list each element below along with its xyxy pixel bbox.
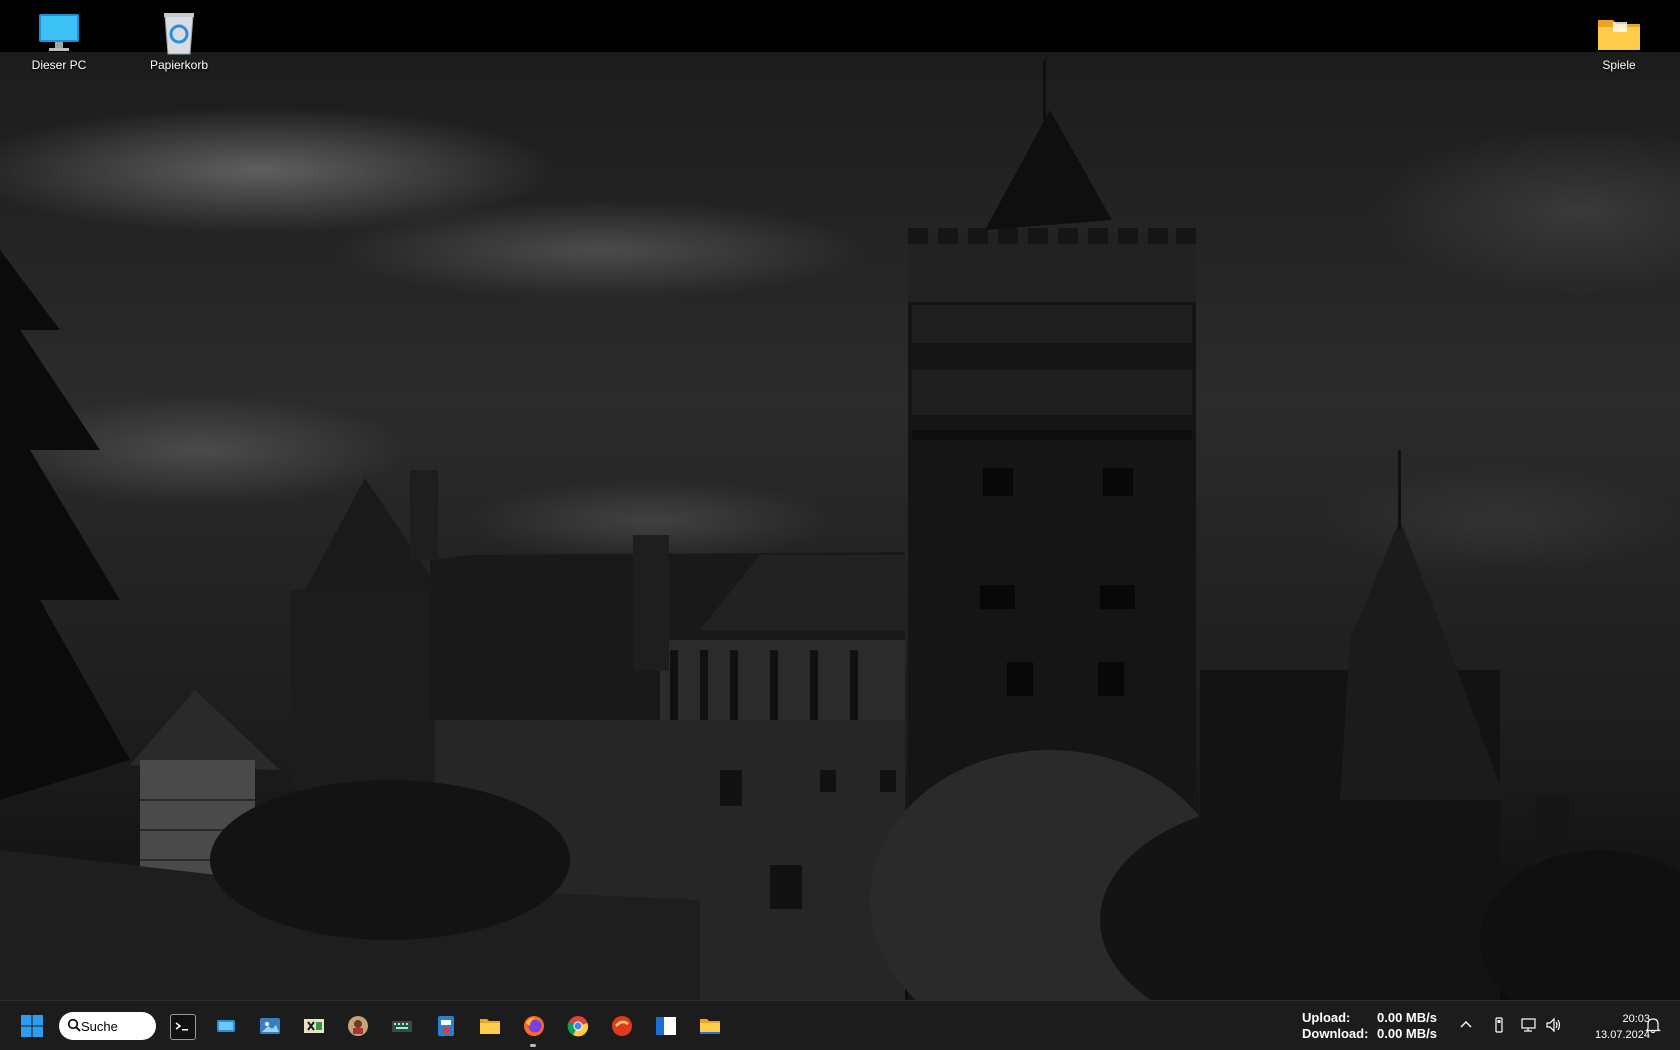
id-app-icon[interactable] [434, 1014, 458, 1038]
upload-label: Upload: [1302, 1010, 1351, 1025]
windows-logo-icon [21, 1015, 43, 1037]
download-value: 0.00 MB/s [1377, 1026, 1437, 1041]
firefox-icon[interactable] [522, 1014, 546, 1038]
folder-icon [1595, 8, 1643, 56]
notification-bell-icon[interactable] [1644, 1016, 1662, 1034]
desktop-icon-papierkorb[interactable]: Papierkorb [134, 2, 224, 72]
desktop-icon-dieser-pc[interactable]: Dieser PC [14, 2, 104, 72]
desktop-wallpaper [0, 0, 1680, 1000]
image-viewer-icon[interactable] [258, 1014, 282, 1038]
folder-icon[interactable] [478, 1014, 502, 1038]
monitor-icon [35, 8, 83, 56]
recycle-bin-icon [155, 8, 203, 56]
active-app-indicator [530, 1044, 536, 1047]
search-box[interactable]: Suche [59, 1012, 156, 1040]
start-button[interactable] [16, 1010, 48, 1042]
network-speed-widget: Upload: 0.00 MB/s Download: 0.00 MB/s [1302, 1010, 1437, 1042]
volume-icon[interactable] [1545, 1016, 1563, 1034]
archive-icon[interactable] [302, 1014, 326, 1038]
download-label: Download: [1302, 1026, 1369, 1041]
search-icon [67, 1018, 81, 1032]
clock[interactable]: 20:03 13.07.2024 [1570, 1011, 1650, 1043]
network-icon[interactable] [1520, 1016, 1538, 1034]
search-label: Suche [81, 1018, 118, 1034]
blue-window-icon[interactable] [214, 1014, 238, 1038]
clock-date: 13.07.2024 [1594, 1029, 1650, 1041]
red-circle-app-icon[interactable] [610, 1014, 634, 1038]
usb-icon[interactable] [1490, 1016, 1508, 1034]
clock-time: 20:03 [1622, 1013, 1650, 1025]
taskbar: Suche Upload: 0.00 MB/s Download: 0.00 M… [0, 1000, 1680, 1050]
window-app-icon[interactable] [654, 1014, 678, 1038]
desktop-icon-label: Dieser PC [31, 58, 87, 72]
photo-app-icon[interactable] [346, 1014, 370, 1038]
chevron-up-icon[interactable] [1457, 1016, 1475, 1034]
folder-icon[interactable] [698, 1014, 722, 1038]
keyboard-icon[interactable] [390, 1014, 414, 1038]
castle-silhouette [0, 60, 1680, 1000]
chrome-icon[interactable] [566, 1014, 590, 1038]
desktop-icon-label: Papierkorb [149, 58, 209, 72]
desktop-icon-spiele[interactable]: Spiele [1574, 2, 1664, 72]
upload-value: 0.00 MB/s [1377, 1010, 1437, 1025]
desktop-icon-label: Spiele [1602, 58, 1636, 72]
terminal-icon[interactable] [170, 1014, 196, 1040]
